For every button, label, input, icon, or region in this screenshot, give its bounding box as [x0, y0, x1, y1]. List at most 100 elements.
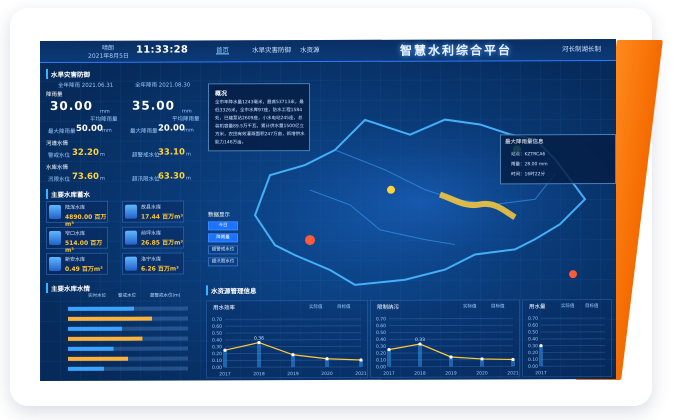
legend-item-flood-limit[interactable]: 超汛限水位: [208, 257, 238, 267]
reservoir-bars: [68, 306, 188, 371]
reservoir-title: 水库水情: [46, 164, 69, 171]
bar-fill: [68, 306, 134, 311]
section-storage-title: 主要水库蓄水: [46, 188, 90, 199]
reservoir-b-value: 63.30: [158, 171, 185, 182]
y-tick: 0.30: [528, 343, 538, 349]
tab-flood-defense[interactable]: 水旱灾害防御: [252, 44, 291, 54]
reservoir-icon: [49, 230, 61, 245]
y-tick: 0.20: [376, 351, 386, 357]
y-tick: 0.50: [212, 331, 222, 337]
value-bar: [223, 350, 227, 368]
x-tick: 2017: [383, 371, 395, 377]
rain-right-sub-label: 最大降雨量: [130, 128, 158, 135]
value-bar: [257, 342, 261, 368]
x-tick: 2019: [287, 371, 299, 377]
y-tick: 0.70: [376, 316, 386, 322]
river-a-label: 警戒水位: [48, 152, 71, 159]
rain-right-avg-label: 平均降雨量: [172, 116, 200, 123]
map-marker-red[interactable]: [305, 235, 315, 246]
overview-title: 概况: [215, 90, 228, 98]
max-rain-line-1: 站点：KZTRCA6: [511, 152, 546, 158]
x-tick: 2018: [414, 371, 426, 377]
y-tick: 0.30: [376, 344, 386, 350]
chart-usage-efficiency: 用水效率 实际值 目标值 0.00 0.10 0.20 0.30 0.40 0.50 0.6…: [206, 299, 368, 379]
tile-reservoir-1[interactable]: 陆浑水库 4890.00 百万m³: [46, 200, 108, 228]
y-tick: 0.10: [528, 357, 538, 363]
y-tick: 0.20: [528, 350, 538, 356]
y-tick: 0.70: [528, 316, 538, 322]
reservoir-b-unit: m: [186, 175, 191, 182]
series-point: [291, 353, 295, 357]
reservoir-icon: [49, 204, 61, 219]
rain-left-sub-unit: mm: [102, 127, 112, 134]
value-bar: [539, 345, 543, 367]
section-water-table-title: 主要水库水情: [46, 282, 90, 293]
value-bar: [418, 344, 422, 367]
rain-left-sub-label: 最大降雨量: [48, 128, 76, 135]
section-flood-title: 水旱灾害防御: [46, 68, 90, 79]
y-tick: 0.00: [212, 365, 222, 371]
y-tick: 0.60: [528, 323, 538, 329]
x-tick: 2021: [355, 371, 367, 377]
tile-reservoir-6[interactable]: 洛宁水库 6.26 百万m³: [122, 252, 184, 275]
date-b: 全年降雨 2021.08.30: [135, 82, 191, 89]
tab-water-resources[interactable]: 水资源: [300, 44, 320, 54]
legend-item-warning[interactable]: 超警戒水位: [208, 245, 238, 255]
overview-text: 全市年降水量1243毫米，最高53713米，最低3326米，全市水库97座，防水…: [215, 100, 305, 146]
y-tick: 0.00: [528, 364, 538, 370]
y-tick: 0.70: [212, 317, 222, 323]
reservoir-icon: [125, 204, 137, 219]
x-tick: 2021: [507, 370, 519, 376]
tab-river-chief[interactable]: 河长制湖长制: [562, 43, 601, 53]
max-rain-title: 最大降雨量信息: [505, 139, 544, 146]
y-tick: 0.60: [376, 323, 386, 329]
rain-right-sub-value: 20.00: [158, 123, 185, 134]
legend-item-rain[interactable]: 降雨量: [208, 233, 238, 243]
max-rain-popup: 最大降雨量信息 站点：KZTRCA6 雨量：28.00 mm 时间：16时22分: [500, 133, 616, 185]
reservoir-a-label: 汛限水位: [48, 176, 71, 183]
river-title: 河道水情: [46, 140, 69, 147]
river-a-unit: m: [100, 151, 105, 158]
date-text: 2021年8月5日: [88, 52, 129, 60]
data-label: 0.36: [254, 336, 264, 342]
reservoir-b-label: 超汛限水位: [132, 176, 160, 183]
bar-fill: [68, 346, 114, 351]
series-point: [449, 355, 453, 359]
bar-fill: [68, 316, 152, 321]
x-tick: 2019: [445, 371, 457, 377]
map-marker-yellow[interactable]: [387, 185, 395, 194]
reservoir-a-value: 73.60: [72, 171, 99, 182]
page-title: 智慧水利综合平台: [400, 43, 513, 58]
map-marker-red-2[interactable]: [569, 270, 577, 279]
reservoir-a-unit: m: [100, 175, 105, 182]
bar-fill: [68, 336, 143, 341]
value-bar: [387, 349, 391, 367]
legend-title: 数据显示: [208, 212, 231, 219]
series-point: [511, 357, 515, 362]
legend-item-today[interactable]: 今日: [208, 221, 238, 231]
y-tick: 0.40: [528, 336, 538, 342]
y-tick: 0.40: [376, 337, 386, 343]
y-tick: 0.50: [528, 329, 538, 335]
series-point: [325, 357, 329, 361]
series-point: [359, 358, 363, 362]
tile-reservoir-5[interactable]: 新安水库 0.49 百万m³: [46, 252, 108, 275]
dashboard-screen: 晴朗 2021年8月5日 11:33:28 首页 水旱灾害防御 水资源 智慧水利…: [40, 38, 616, 382]
tile-reservoir-4[interactable]: 前坪水库 26.85 百万m³: [122, 226, 184, 249]
tab-home[interactable]: 首页: [216, 44, 229, 54]
chart1-plot: 0.000.100.200.300.400.500.600.70 2017 2018…: [212, 317, 367, 378]
tile-reservoir-2[interactable]: 故县水库 17.44 百万m³: [122, 200, 184, 223]
y-tick: 0.10: [212, 358, 222, 364]
river-b-unit: m: [186, 151, 191, 158]
series-point: [539, 344, 543, 348]
x-tick: 2020: [476, 370, 488, 376]
y-tick: 0.50: [376, 330, 386, 336]
y-tick: 0.10: [376, 357, 386, 363]
y-tick: 0.20: [212, 351, 222, 357]
bars-legend-1: 实时水位: [88, 293, 106, 299]
bar-fill: [68, 326, 122, 331]
reservoir-icon: [125, 230, 137, 245]
clock-time: 11:33:28: [136, 44, 189, 56]
tile-reservoir-3[interactable]: 窄口水库 514.00 百万m³: [46, 226, 108, 254]
x-tick: 2017: [535, 370, 547, 376]
